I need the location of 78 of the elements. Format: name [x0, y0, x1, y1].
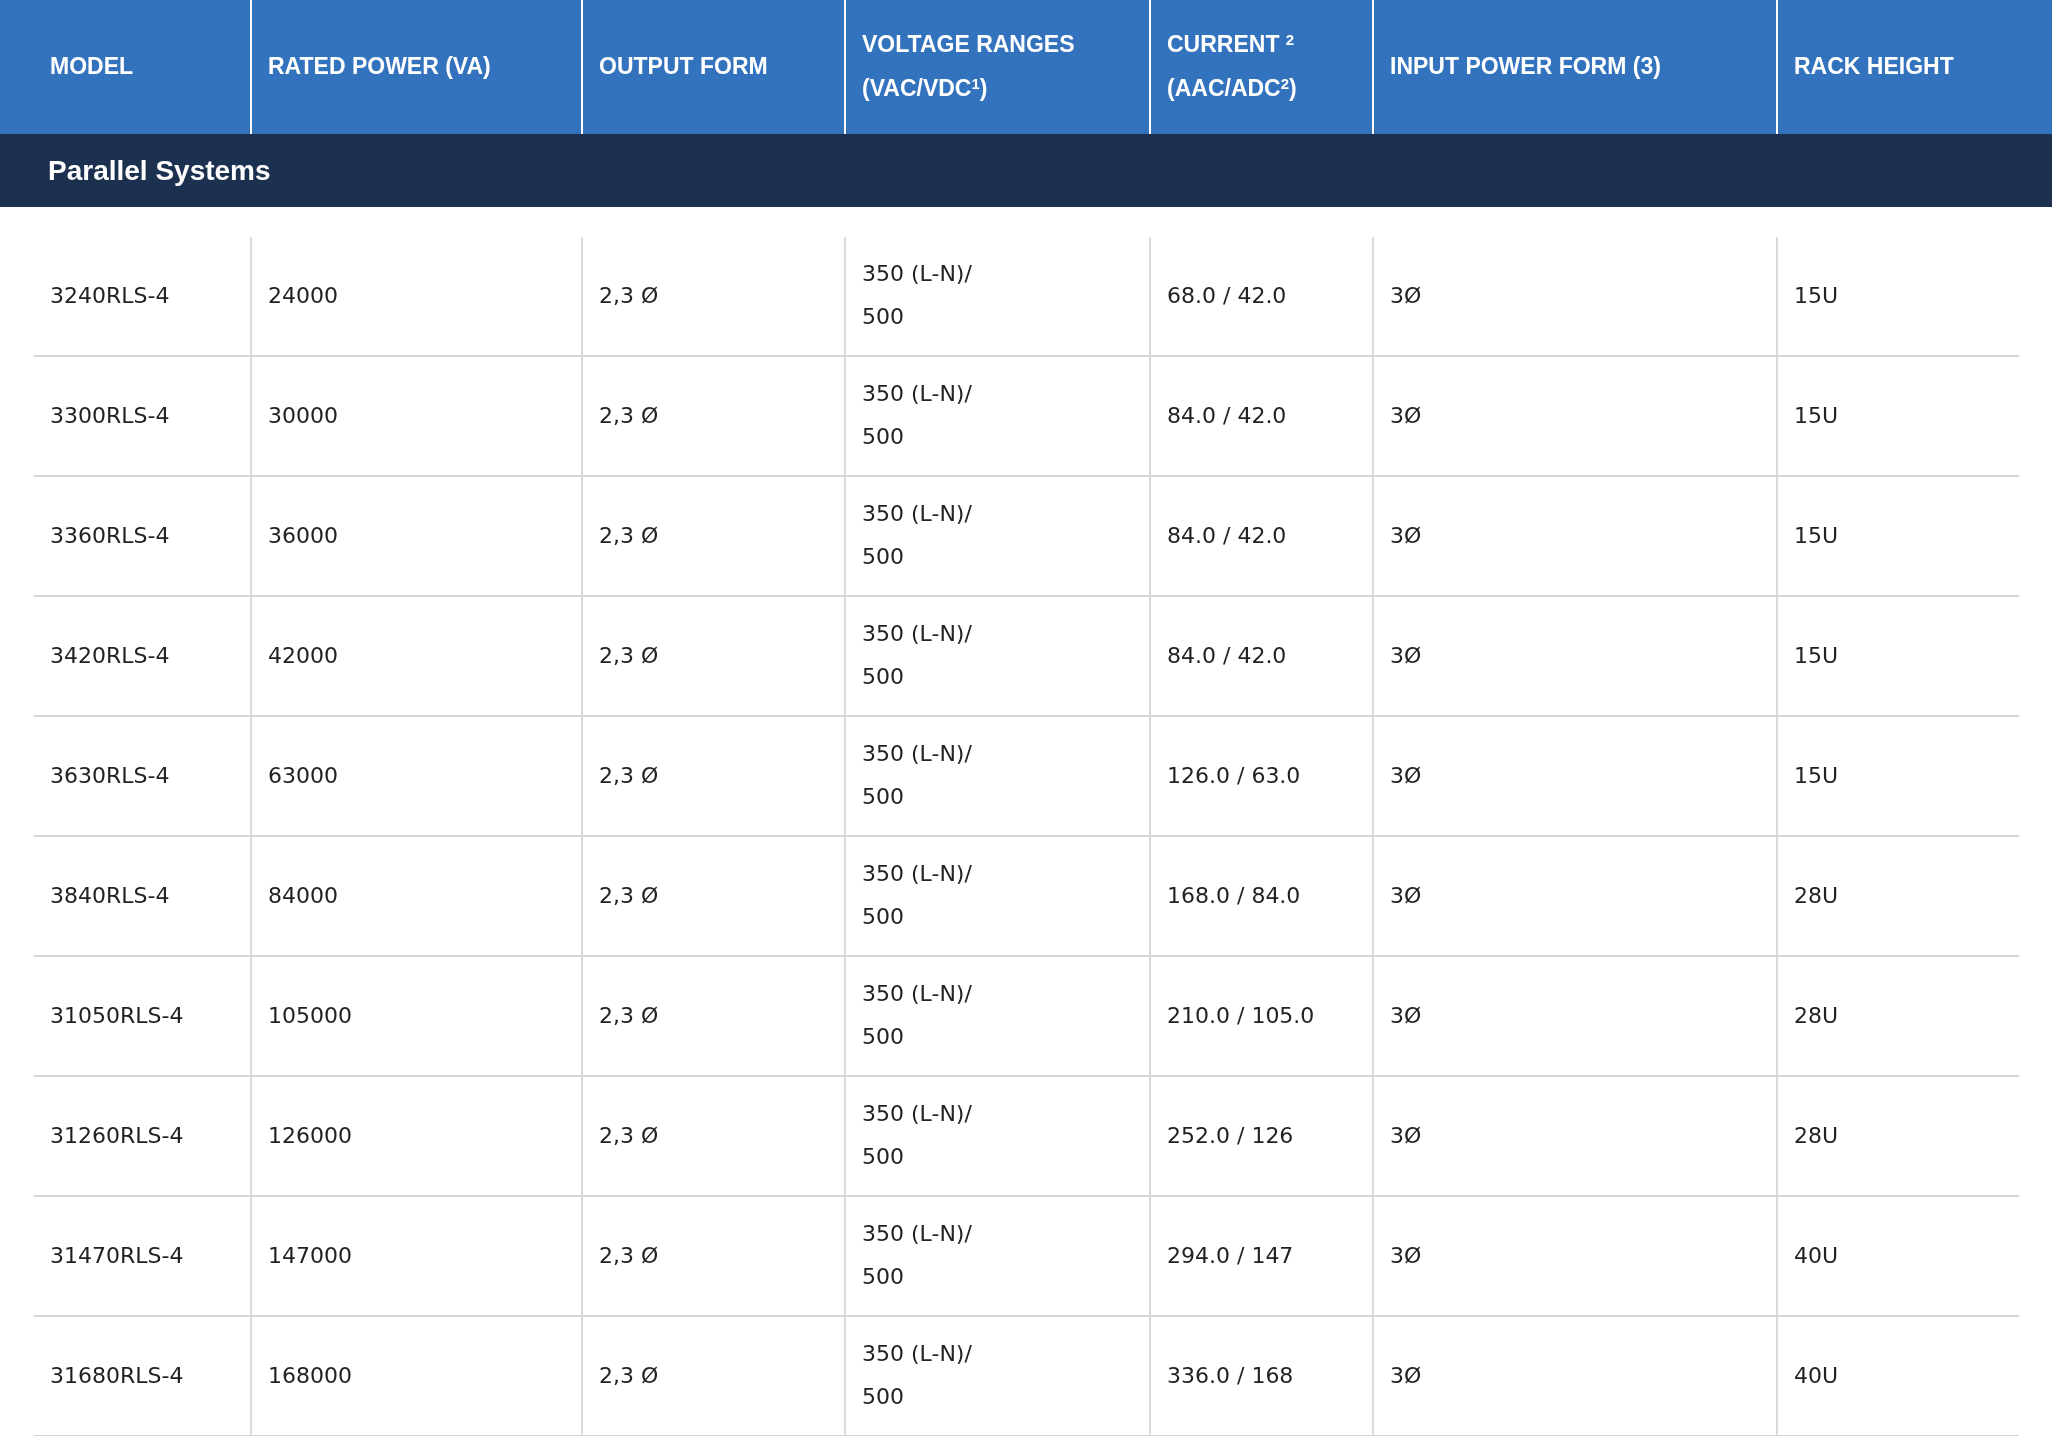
table-cell-text: 2,3 Ø [599, 1121, 659, 1150]
table-cell-text: 350 (L-N)/ 500 [862, 500, 973, 571]
table-cell-text: 2,3 Ø [599, 761, 659, 790]
table-cell-text: 105000 [268, 1001, 352, 1030]
table-cell-text: 350 (L-N)/ 500 [862, 1100, 973, 1171]
table-cell-text: 3360RLS-4 [50, 521, 170, 550]
table-cell-text: 168.0 / 84.0 [1167, 881, 1301, 910]
column-header: VOLTAGE RANGES (VAC/VDC$^{1}$) [862, 30, 1076, 103]
table-cell-text: 126.0 / 63.0 [1167, 761, 1301, 790]
table-cell-text: 28U [1794, 881, 1839, 910]
table-cell-text: 3Ø [1390, 1241, 1422, 1270]
table-cell-text: 350 (L-N)/ 500 [862, 1340, 973, 1411]
table-cell-text: 350 (L-N)/ 500 [862, 260, 973, 331]
table-cell-text: 3Ø [1390, 641, 1422, 670]
table-cell-text: 3Ø [1390, 401, 1422, 430]
column-header: RATED POWER (VA) [268, 52, 491, 82]
table-cell-text: 3Ø [1390, 1361, 1422, 1390]
table-cell-text: 2,3 Ø [599, 1001, 659, 1030]
table-cell-text: 3Ø [1390, 281, 1422, 310]
table-cell-text: 84.0 / 42.0 [1167, 401, 1287, 430]
table-cell-text: 3420RLS-4 [50, 641, 170, 670]
table-cell-text: 31260RLS-4 [50, 1121, 184, 1150]
table-cell-text: 3Ø [1390, 1001, 1422, 1030]
table-cell-text: 350 (L-N)/ 500 [862, 980, 973, 1051]
column-header: MODEL [50, 52, 134, 82]
table-cell-text: 84.0 / 42.0 [1167, 521, 1287, 550]
table-cell-text: 40U [1794, 1361, 1839, 1390]
table-cell-text: 350 (L-N)/ 500 [862, 620, 973, 691]
table-cell-text: 3Ø [1390, 761, 1422, 790]
table-cell-text: 147000 [268, 1241, 352, 1270]
table-cell-text: 3300RLS-4 [50, 401, 170, 430]
table-cell-text: 3Ø [1390, 881, 1422, 910]
table-cell-text: 28U [1794, 1001, 1839, 1030]
table-cell-text: 252.0 / 126 [1167, 1121, 1294, 1150]
table-cell-text: 84.0 / 42.0 [1167, 641, 1287, 670]
table-cell-text: 350 (L-N)/ 500 [862, 380, 973, 451]
table-cell-text: 31680RLS-4 [50, 1361, 184, 1390]
table-cell-text: 42000 [268, 641, 338, 670]
table-cell-text: 15U [1794, 281, 1839, 310]
column-header: OUTPUT FORM [599, 52, 768, 82]
table-cell-text: 2,3 Ø [599, 1241, 659, 1270]
table-cell-text: 336.0 / 168 [1167, 1361, 1294, 1390]
table-cell-text: 84000 [268, 881, 338, 910]
table-cell-text: 2,3 Ø [599, 881, 659, 910]
table-cell-text: 31050RLS-4 [50, 1001, 184, 1030]
table-cell-text: 24000 [268, 281, 338, 310]
table-cell-text: 126000 [268, 1121, 352, 1150]
table-cell-text: 3Ø [1390, 1121, 1422, 1150]
table-cell-text: 63000 [268, 761, 338, 790]
table-cell-text: 3840RLS-4 [50, 881, 170, 910]
table-cell-text: 2,3 Ø [599, 1361, 659, 1390]
column-header: RACK HEIGHT [1794, 52, 1954, 82]
table-cell-text: 15U [1794, 521, 1839, 550]
table-cell-text: 36000 [268, 521, 338, 550]
table-cell-text: 350 (L-N)/ 500 [862, 740, 973, 811]
table-cell-text: 2,3 Ø [599, 641, 659, 670]
table-cell-text: 210.0 / 105.0 [1167, 1001, 1315, 1030]
table-cell-text: 2,3 Ø [599, 281, 659, 310]
table-cell-text: 31470RLS-4 [50, 1241, 184, 1270]
table-cell-text: 168000 [268, 1361, 352, 1390]
table-cell-text: 40U [1794, 1241, 1839, 1270]
table-cell-text: 3240RLS-4 [50, 281, 170, 310]
table-cell-text: 15U [1794, 401, 1839, 430]
column-header: INPUT POWER FORM (3) [1390, 52, 1661, 82]
table-cell-text: 15U [1794, 641, 1839, 670]
table-cell-text: 350 (L-N)/ 500 [862, 860, 973, 931]
table-cell-text: 3630RLS-4 [50, 761, 170, 790]
table-cell-text: 3Ø [1390, 521, 1422, 550]
table-cell-text: 30000 [268, 401, 338, 430]
section-title: Parallel Systems [48, 153, 271, 188]
column-header: CURRENT $^{2}$ (AAC/ADC$^{2}$) [1167, 29, 1298, 103]
table-cell-text: 2,3 Ø [599, 401, 659, 430]
table-cell-text: 2,3 Ø [599, 521, 659, 550]
table-cell-text: 350 (L-N)/ 500 [862, 1220, 973, 1291]
table-cell-text: 294.0 / 147 [1167, 1241, 1294, 1270]
table-cell-text: 15U [1794, 761, 1839, 790]
table-cell-text: 28U [1794, 1121, 1839, 1150]
table-cell-text: 68.0 / 42.0 [1167, 281, 1287, 310]
